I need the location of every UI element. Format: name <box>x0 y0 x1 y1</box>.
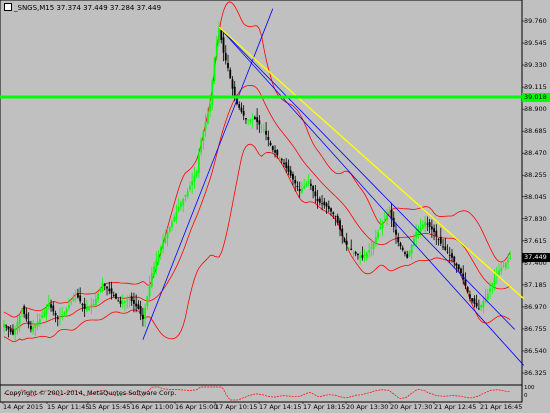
time-tick-label: 15 Apr 15:45 <box>88 403 131 411</box>
price-tick-label: 37.830 <box>524 214 547 223</box>
price-tick-label: 36.540 <box>524 346 547 355</box>
copyright-text: Copyright © 2001-2014, MetaQuotes Softwa… <box>5 389 177 397</box>
price-tick-label: 39.330 <box>524 61 547 70</box>
price-tick-label: 36.970 <box>524 302 547 311</box>
price-tick-label: 39.760 <box>524 17 547 25</box>
candle <box>213 56 216 85</box>
current-price-badge: 37.449 <box>522 253 550 263</box>
price-tick-label: 38.685 <box>524 127 547 136</box>
symbol-header: _SNGS,M15 37.374 37.449 37.284 37.449 <box>4 3 161 12</box>
time-tick-label: 14 Apr 2015 <box>3 403 44 411</box>
chart-window-icon <box>4 3 12 11</box>
time-tick-label: 17 Apr 14:15 <box>259 403 302 411</box>
price-tick-label: 37.615 <box>524 236 547 245</box>
time-tick-label: 21 Apr 16:45 <box>480 403 523 411</box>
main-plot-area <box>0 0 523 386</box>
price-tick-label: 38.900 <box>524 105 547 114</box>
time-tick-label: 20 Apr 13:30 <box>346 403 389 411</box>
time-tick-label: 16 Apr 11:00 <box>131 403 174 411</box>
candle <box>115 293 117 300</box>
price-tick-label: 38.255 <box>524 171 547 180</box>
price-tick-label: 37.185 <box>524 280 547 289</box>
price-tick-label: 39.115 <box>524 83 547 92</box>
level-price-badge: 39.018 <box>522 92 550 102</box>
symbol-ohlc-text: _SNGS,M15 37.374 37.449 37.284 37.449 <box>14 4 162 12</box>
time-tick-label: 16 Apr 15:00 <box>175 403 218 411</box>
price-tick-label: 38.045 <box>524 192 547 201</box>
candle <box>88 305 91 311</box>
price-tick-label: 36.755 <box>524 324 547 333</box>
trading-terminal-chart[interactable]: _SNGS,M15 37.374 37.449 37.284 37.449 Co… <box>0 0 550 413</box>
price-tick-label: 36.325 <box>524 369 547 377</box>
sub-window-tick-top: 100 <box>524 385 535 391</box>
time-tick-label: 21 Apr 12:45 <box>434 403 477 411</box>
time-tick-label: 15 Apr 11:45 <box>47 403 90 411</box>
sub-window-tick-bottom: 0 <box>524 393 528 399</box>
time-tick-label: 17 Apr 18:15 <box>303 403 346 411</box>
price-tick-label: 38.470 <box>524 149 547 158</box>
time-tick-label: 17 Apr 10:15 <box>215 403 258 411</box>
price-chart[interactable] <box>0 0 550 413</box>
time-tick-label: 20 Apr 17:30 <box>390 403 433 411</box>
price-tick-label: 39.545 <box>524 39 547 48</box>
